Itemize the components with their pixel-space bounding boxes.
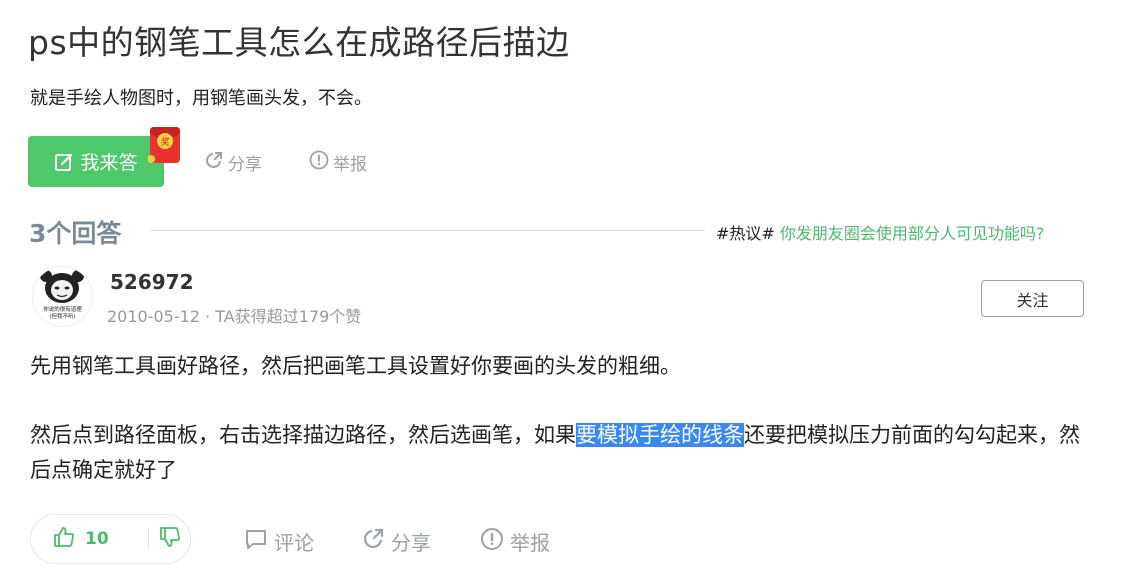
selected-text[interactable]: 要模拟手绘的线条 — [576, 423, 744, 447]
answer-meta: 2010-05-12 · TA获得超过179个赞 — [107, 307, 362, 326]
thumbs-down-icon — [159, 526, 181, 552]
answer-button[interactable]: 我来答 — [28, 136, 164, 187]
report-icon — [480, 527, 504, 556]
share-icon — [204, 150, 224, 175]
answer-share-button[interactable]: 分享 — [361, 527, 431, 556]
answer-button-label: 我来答 — [80, 152, 138, 174]
answer-share-label: 分享 — [391, 531, 431, 555]
answer-report-label: 举报 — [510, 531, 550, 555]
hot-tag: #热议# — [716, 224, 775, 243]
username[interactable]: 526972 — [110, 270, 194, 294]
comment-button[interactable]: 评论 — [244, 527, 314, 556]
svg-text:(但我不听): (但我不听) — [49, 312, 75, 320]
vote-box: 10 — [30, 514, 191, 564]
svg-text:奖: 奖 — [160, 136, 169, 148]
comment-label: 评论 — [274, 531, 314, 555]
like-button[interactable]: 10 — [31, 526, 148, 552]
report-icon — [309, 150, 329, 175]
avatar-panda-meme: 你说的很有道理 (但我不听) — [33, 267, 92, 326]
avatar[interactable]: 你说的很有道理 (但我不听) — [32, 266, 93, 327]
comment-icon — [244, 527, 268, 556]
hot-topic-link[interactable]: 你发朋友圈会使用部分人可见功能吗? — [780, 224, 1045, 243]
question-share-label: 分享 — [228, 155, 262, 175]
answer-paragraph-1: 先用钢笔工具画好路径，然后把画笔工具设置好你要画的头发的粗细。 — [30, 354, 681, 378]
redpack-icon[interactable]: 奖 — [147, 123, 182, 165]
question-description: 就是手绘人物图时，用钢笔画头发，不会。 — [30, 88, 372, 109]
question-share-button[interactable]: 分享 — [204, 150, 262, 175]
question-report-button[interactable]: 举报 — [309, 150, 367, 175]
question-report-label: 举报 — [333, 155, 367, 175]
edit-icon — [54, 152, 74, 172]
answer-paragraph-2: 然后点到路径面板，右击选择描边路径，然后选画笔，如果要模拟手绘的线条还要把模拟压… — [30, 418, 1100, 488]
dislike-button[interactable] — [149, 526, 190, 552]
follow-button[interactable]: 关注 — [981, 280, 1084, 317]
answer-count: 3个回答 — [29, 219, 122, 248]
thumbs-up-icon — [53, 526, 75, 552]
answer-paragraph-2-text: 然后点到路径面板，右击选择描边路径，然后选画笔，如果 — [30, 423, 576, 447]
share-icon — [361, 527, 385, 556]
like-count: 10 — [85, 529, 109, 549]
question-title: ps中的钢笔工具怎么在成路径后描边 — [28, 23, 570, 62]
hot-topic: #热议# 你发朋友圈会使用部分人可见功能吗? — [716, 220, 1044, 244]
svg-text:你说的很有道理: 你说的很有道理 — [43, 305, 82, 313]
header-divider — [150, 230, 705, 231]
answer-report-button[interactable]: 举报 — [480, 527, 550, 556]
